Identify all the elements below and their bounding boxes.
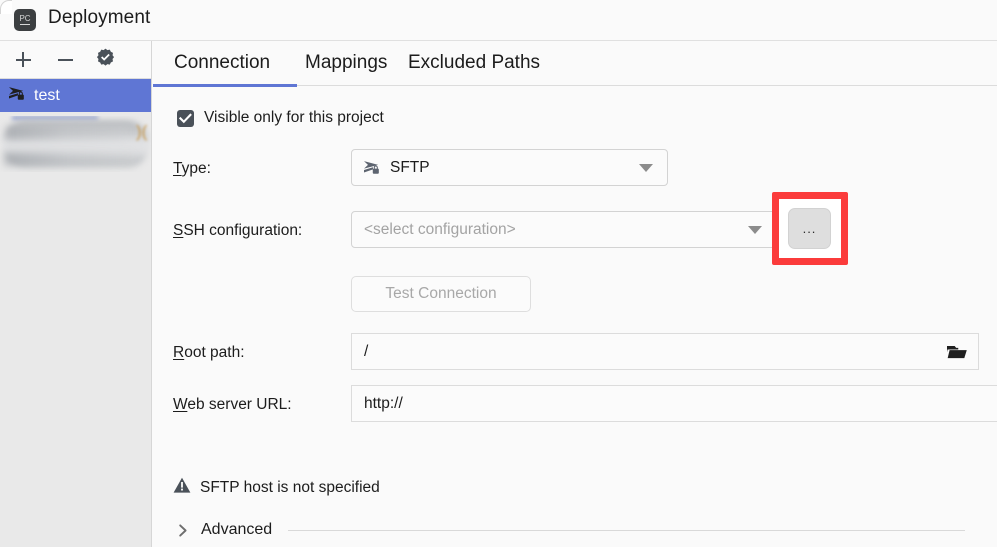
window-corner [0,0,12,14]
ssh-configuration-browse-button[interactable]: ... [788,208,831,249]
minus-icon [58,52,73,67]
chevron-down-icon [748,226,762,234]
app-icon-bar [20,24,30,26]
ssh-configuration-label: SSH configuration: [173,222,302,240]
chevron-down-icon [639,164,653,172]
ssh-label-mnemonic: S [173,222,183,239]
tab-strip: Connection Mappings Excluded Paths [153,41,997,89]
deployment-dialog: PC Deployment [0,0,997,547]
ssh-configuration-dropdown[interactable]: <select configuration> [351,211,777,248]
test-connection-button[interactable]: Test Connection [351,276,531,312]
certificate-check-icon [96,48,115,71]
redaction-glyph: )( [136,122,147,142]
app-icon-text: PC [19,15,30,23]
redaction-blur-line-1 [6,126,126,140]
servers-sidebar: test )( [0,41,152,547]
visible-only-checkbox-row[interactable]: Visible only for this project [177,109,384,127]
connection-panel: Connection Mappings Excluded Paths Visib… [153,41,997,547]
sidebar-item-label: test [34,87,60,105]
web-server-url-value: http:// [364,395,403,413]
plus-icon [16,52,31,67]
web-server-url-rest: eb server URL: [187,396,291,413]
page-title: Deployment [48,7,150,29]
validation-warning: SFTP host is not specified [173,477,380,498]
redacted-server-entry: )( [0,116,152,172]
title-bar: PC Deployment [0,0,997,41]
root-path-label-rest: oot path: [184,344,244,361]
web-server-url-label: Web server URL: [173,396,292,414]
sidebar-item-test[interactable]: test [0,79,151,112]
visible-only-label: Visible only for this project [204,109,384,127]
sftp-lock-icon [8,85,27,106]
redaction-blur-line-2 [4,152,136,166]
web-server-url-mnemonic: W [173,396,187,413]
ssh-configuration-placeholder: <select configuration> [364,221,516,239]
type-value: SFTP [390,159,430,177]
web-server-url-input[interactable]: http:// [351,385,997,422]
type-label-mnemonic: T [173,160,182,177]
root-path-label: Root path: [173,344,245,362]
type-dropdown[interactable]: SFTP [351,149,668,186]
folder-open-icon[interactable] [947,343,968,360]
ssh-label-rest: SH configuration: [183,222,302,239]
advanced-section-header[interactable]: Advanced [177,521,977,539]
sidebar-toolbar [0,41,151,79]
root-path-value: / [364,343,368,361]
warning-triangle-icon [173,477,191,498]
root-path-input[interactable]: / [351,333,979,370]
chevron-right-icon [177,524,190,537]
root-path-label-mnemonic: R [173,344,184,361]
add-server-button[interactable] [2,41,44,78]
active-tab-indicator [153,84,297,87]
type-label-rest: ype: [182,160,211,177]
visible-only-checkbox[interactable] [177,110,194,127]
remove-server-button[interactable] [44,41,86,78]
tab-excluded-paths[interactable]: Excluded Paths [408,52,540,74]
sftp-lock-icon [363,159,382,176]
advanced-section-label: Advanced [201,521,272,539]
pycharm-icon: PC [14,9,36,31]
tab-mappings[interactable]: Mappings [305,52,387,74]
type-label: Type: [173,160,211,178]
advanced-section-divider [288,530,965,531]
set-default-button[interactable] [84,41,126,78]
tab-connection[interactable]: Connection [174,52,270,74]
validation-warning-text: SFTP host is not specified [200,479,380,497]
